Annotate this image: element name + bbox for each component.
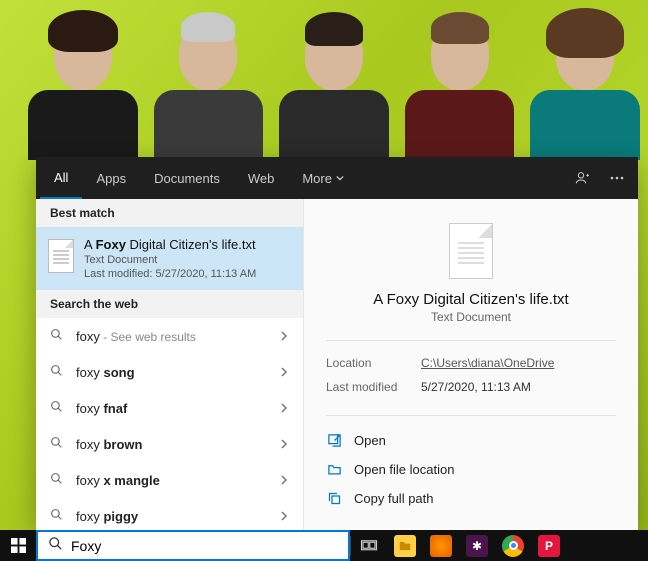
action-copy-path[interactable]: Copy full path [326,484,616,513]
web-result-text: foxy fnaf [76,401,279,416]
taskbar: ✱ P [0,530,648,561]
modified-value: 5/27/2020, 11:13 AM [421,380,531,394]
divider [326,415,616,416]
web-result[interactable]: foxy piggy [36,498,303,530]
web-result[interactable]: foxy - See web results [36,318,303,354]
chevron-right-icon [279,437,289,452]
chevron-right-icon [279,509,289,524]
search-icon [50,400,64,416]
action-open[interactable]: Open [326,426,616,455]
chevron-right-icon [279,401,289,416]
location-label: Location [326,356,421,370]
action-copy-path-label: Copy full path [354,491,434,506]
results-list: Best match A Foxy Digital Citizen's life… [36,199,304,530]
action-open-label: Open [354,433,386,448]
web-result-text: foxy brown [76,437,279,452]
tab-apps[interactable]: Apps [82,157,140,199]
taskbar-app-p[interactable]: P [531,530,567,561]
web-result[interactable]: foxy brown [36,426,303,462]
taskbar-firefox[interactable] [423,530,459,561]
wallpaper-art [20,0,648,160]
action-open-location[interactable]: Open file location [326,455,616,484]
open-icon [326,433,342,448]
taskbar-slack[interactable]: ✱ [459,530,495,561]
web-result[interactable]: foxy song [36,354,303,390]
web-result[interactable]: foxy x mangle [36,462,303,498]
search-icon [48,536,63,556]
chevron-right-icon [279,473,289,488]
tab-documents[interactable]: Documents [140,157,234,199]
preview-title: A Foxy Digital Citizen's life.txt [326,291,616,308]
copy-icon [326,491,342,506]
chevron-right-icon [279,365,289,380]
modified-label: Last modified [326,380,421,394]
action-open-location-label: Open file location [354,462,454,477]
tab-more[interactable]: More [288,157,358,199]
web-result-text: foxy song [76,365,279,380]
search-web-header: Search the web [36,290,303,318]
tab-all[interactable]: All [40,157,82,199]
divider [326,340,616,341]
start-button[interactable] [0,530,36,561]
taskbar-pinned-apps: ✱ P [351,530,567,561]
preview-pane: A Foxy Digital Citizen's life.txt Text D… [304,199,638,530]
search-results-panel: All Apps Documents Web More Best match A… [36,157,638,530]
search-icon [50,328,64,344]
best-match-item[interactable]: A Foxy Digital Citizen's life.txt Text D… [36,227,303,290]
search-icon [50,436,64,452]
web-result-text: foxy x mangle [76,473,279,488]
taskbar-chrome[interactable] [495,530,531,561]
search-input[interactable] [71,538,338,554]
web-result[interactable]: foxy fnaf [36,390,303,426]
best-match-subtitle: Text Document [84,254,256,266]
best-match-title: A Foxy Digital Citizen's life.txt [84,237,256,252]
preview-subtitle: Text Document [326,310,616,324]
web-result-text: foxy - See web results [76,329,279,344]
chevron-right-icon [279,329,289,344]
taskbar-file-explorer[interactable] [387,530,423,561]
text-document-icon [48,239,74,273]
search-icon [50,364,64,380]
taskbar-taskview[interactable] [351,530,387,561]
search-icon [50,472,64,488]
search-icon [50,508,64,524]
search-tabs: All Apps Documents Web More [36,157,638,199]
best-match-header: Best match [36,199,303,227]
web-result-text: foxy piggy [76,509,279,524]
location-value[interactable]: C:\Users\diana\OneDrive [421,356,554,370]
text-document-icon [449,223,493,279]
folder-icon [326,462,342,477]
options-icon[interactable] [600,170,634,186]
feedback-icon[interactable] [566,170,600,186]
taskbar-search-box[interactable] [36,530,350,561]
best-match-meta: Last modified: 5/27/2020, 11:13 AM [84,268,256,280]
tab-web[interactable]: Web [234,157,289,199]
